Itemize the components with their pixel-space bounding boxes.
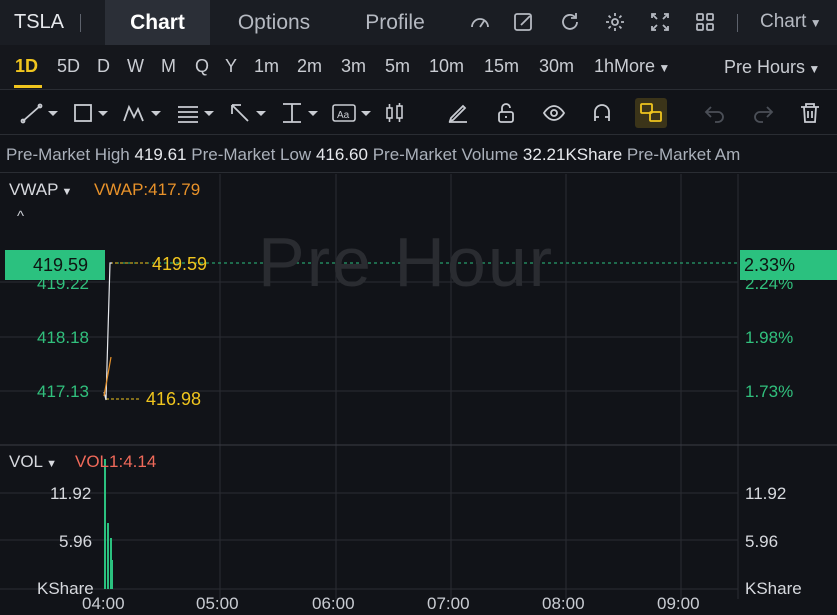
low-marker-label: 416.98 bbox=[146, 389, 202, 409]
measure-tool-icon[interactable] bbox=[280, 101, 322, 125]
caret-down-icon: ▼ bbox=[43, 458, 57, 470]
period-1d[interactable]: 1D bbox=[15, 56, 38, 77]
period-bar: 1D 5D D W M Q Y 1m 2m 3m 5m 10m 15m 30m … bbox=[0, 45, 837, 90]
vwap-indicator-label: VWAP bbox=[9, 180, 59, 199]
vol-value: VOL1:4.14 bbox=[75, 452, 157, 471]
svg-text:Aa: Aa bbox=[337, 110, 350, 121]
period-1h[interactable]: 1h bbox=[594, 56, 614, 77]
period-m[interactable]: M bbox=[161, 56, 176, 77]
fullscreen-icon[interactable] bbox=[649, 11, 671, 33]
arrow-tool-icon[interactable] bbox=[228, 101, 270, 125]
time-tick: 05:00 bbox=[196, 594, 239, 613]
chart-area[interactable]: Pre Hour VWAP ▼ VWAP:417.79 ^ 419.59 2.3… bbox=[0, 174, 837, 615]
ticker-symbol[interactable]: TSLA bbox=[14, 11, 64, 34]
candle-tool-icon[interactable] bbox=[383, 101, 407, 125]
vol-indicator-selector[interactable]: VOL ▼ bbox=[9, 452, 57, 472]
premarket-low-value: 416.60 bbox=[315, 145, 368, 164]
undo-icon[interactable] bbox=[703, 101, 727, 125]
volume-tick: 5.96 bbox=[59, 532, 93, 551]
vwap-indicator-selector[interactable]: VWAP ▼ bbox=[9, 180, 72, 200]
refresh-icon[interactable] bbox=[559, 11, 581, 33]
period-1m[interactable]: 1m bbox=[254, 56, 279, 77]
period-3m[interactable]: 3m bbox=[341, 56, 366, 77]
drawing-toolbar: Aa bbox=[0, 91, 837, 135]
time-tick: 04:00 bbox=[82, 594, 125, 613]
period-15m[interactable]: 15m bbox=[484, 56, 519, 77]
caret-down-icon: ▼ bbox=[806, 16, 822, 30]
grid-icon[interactable] bbox=[694, 11, 716, 33]
active-period-indicator bbox=[14, 85, 42, 88]
vol-indicator-label: VOL bbox=[9, 452, 44, 471]
premarket-amount-label: Pre-Market Am bbox=[626, 145, 741, 164]
rectangle-tool-icon[interactable] bbox=[72, 101, 114, 125]
session-watermark: Pre Hour bbox=[258, 223, 555, 301]
time-tick: 08:00 bbox=[542, 594, 585, 613]
premarket-volume-label: Pre-Market Volume bbox=[372, 145, 519, 164]
period-y[interactable]: Y bbox=[225, 56, 237, 77]
caret-down-icon: ▼ bbox=[805, 62, 821, 76]
trendline-tool-icon[interactable] bbox=[20, 101, 62, 125]
session-label: Pre Hours bbox=[724, 57, 806, 77]
unlock-icon[interactable] bbox=[494, 101, 518, 125]
premarket-info-strip: Pre-Market High 419.61 Pre-Market Low 41… bbox=[0, 137, 837, 173]
period-5d[interactable]: 5D bbox=[57, 56, 80, 77]
more-label: More bbox=[614, 56, 656, 76]
collapse-chevron-icon[interactable]: ^ bbox=[17, 208, 24, 225]
text-tool-icon[interactable]: Aa bbox=[331, 101, 373, 125]
percent-tick: 1.73% bbox=[745, 382, 794, 401]
fib-tool-icon[interactable] bbox=[176, 101, 218, 125]
top-nav: TSLA Chart Options Profile Chart ▼ bbox=[0, 0, 837, 45]
volume-tick: 11.92 bbox=[745, 484, 787, 503]
high-marker-label: 419.59 bbox=[152, 254, 208, 274]
period-q[interactable]: Q bbox=[195, 56, 209, 77]
premarket-volume-value: 32.21KShare bbox=[522, 145, 623, 164]
price-tick: 418.18 bbox=[37, 328, 89, 347]
gear-icon[interactable] bbox=[604, 11, 626, 33]
pattern-tool-icon[interactable] bbox=[122, 101, 166, 125]
eye-icon[interactable] bbox=[542, 101, 566, 125]
caret-down-icon: ▼ bbox=[58, 186, 73, 198]
period-d[interactable]: D bbox=[97, 56, 110, 77]
percent-tick: 2.24% bbox=[745, 274, 794, 293]
tab-chart[interactable]: Chart bbox=[105, 0, 210, 45]
volume-unit: KShare bbox=[745, 579, 802, 598]
chart-menu[interactable]: Chart ▼ bbox=[760, 11, 822, 33]
more-menu[interactable]: More ▼ bbox=[614, 56, 670, 77]
chart-menu-label: Chart bbox=[760, 11, 807, 32]
trash-icon[interactable] bbox=[798, 101, 822, 125]
tab-profile[interactable]: Profile bbox=[350, 0, 440, 45]
divider bbox=[737, 14, 738, 32]
time-tick: 06:00 bbox=[312, 594, 355, 613]
tab-options[interactable]: Options bbox=[222, 0, 326, 45]
period-30m[interactable]: 30m bbox=[539, 56, 574, 77]
time-tick: 07:00 bbox=[427, 594, 470, 613]
edit-icon[interactable] bbox=[513, 11, 535, 33]
caret-down-icon: ▼ bbox=[655, 61, 671, 75]
volume-tick: 5.96 bbox=[745, 532, 779, 551]
session-selector[interactable]: Pre Hours ▼ bbox=[724, 57, 820, 78]
period-w[interactable]: W bbox=[127, 56, 144, 77]
volume-tick: 11.92 bbox=[50, 484, 92, 503]
premarket-high-label: Pre-Market High bbox=[6, 145, 130, 164]
premarket-low-label: Pre-Market Low bbox=[191, 145, 312, 164]
premarket-high-value: 419.61 bbox=[134, 145, 187, 164]
price-tick: 419.22 bbox=[37, 274, 89, 293]
period-5m[interactable]: 5m bbox=[385, 56, 410, 77]
redo-icon[interactable] bbox=[751, 101, 775, 125]
period-10m[interactable]: 10m bbox=[429, 56, 464, 77]
percent-tick: 1.98% bbox=[745, 328, 794, 347]
vwap-value: VWAP:417.79 bbox=[94, 180, 201, 199]
period-2m[interactable]: 2m bbox=[297, 56, 322, 77]
gauge-icon[interactable] bbox=[469, 11, 491, 33]
link-tool-icon[interactable] bbox=[635, 98, 667, 128]
time-tick: 09:00 bbox=[657, 594, 700, 613]
pencil-icon[interactable] bbox=[446, 101, 470, 125]
price-tick: 417.13 bbox=[37, 382, 89, 401]
divider bbox=[80, 14, 81, 32]
magnet-icon[interactable] bbox=[590, 101, 614, 125]
